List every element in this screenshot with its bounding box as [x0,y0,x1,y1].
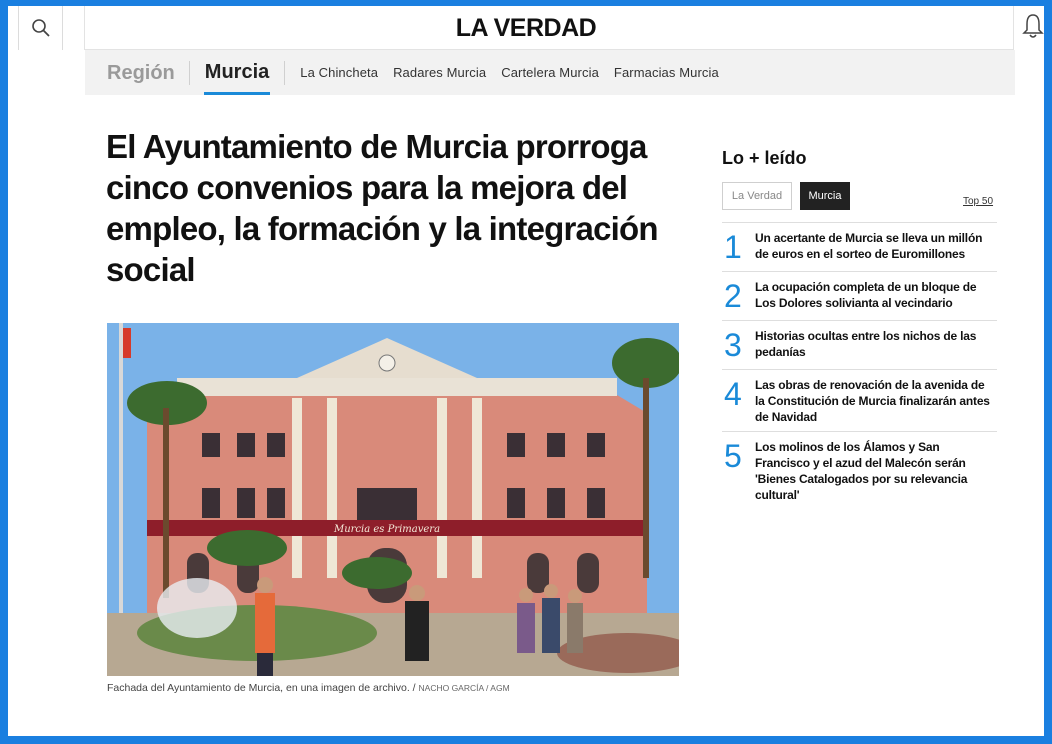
tab-murcia[interactable]: Murcia [800,182,850,210]
article-headline: El Ayuntamiento de Murcia prorroga cinco… [106,128,659,288]
tab-la-verdad[interactable]: La Verdad [722,182,792,210]
rank-headline[interactable]: La ocupación completa de un bloque de Lo… [755,279,997,314]
most-read-tabs: La Verdad Murcia [722,182,850,210]
rank-headline[interactable]: Las obras de renovación de la avenida de… [755,377,997,425]
nav-murcia-active[interactable]: Murcia [203,50,271,95]
rank-number: 3 [724,327,742,363]
nav-link-la-chincheta[interactable]: La Chincheta [300,65,378,80]
photo-caption: Fachada del Ayuntamiento de Murcia, en u… [107,682,510,694]
top-bar: LA VERDAD [8,6,1044,50]
notifications-button[interactable] [1022,12,1044,40]
rank-headline[interactable]: Historias ocultas entre los nichos de la… [755,328,997,363]
list-item[interactable]: 5 Los molinos de los Álamos y San Franci… [722,431,997,509]
most-read-title: Lo + leído [722,148,807,168]
list-item[interactable]: 4 Las obras de renovación de la avenida … [722,369,997,431]
nav-divider [284,60,286,85]
list-item[interactable]: 3 Historias ocultas entre los nichos de … [722,320,997,369]
header-divider [1013,6,1014,50]
section-nav: Región Murcia La Chincheta Radares Murci… [85,50,1015,95]
rank-headline[interactable]: Los molinos de los Álamos y San Francisc… [755,439,997,503]
rank-number: 5 [724,438,742,474]
page: LA VERDAD Región Murcia La Chincheta Rad… [8,6,1044,736]
rank-headline[interactable]: Un acertante de Murcia se lleva un milló… [755,230,997,265]
site-logo[interactable]: LA VERDAD [8,14,1044,43]
nav-link-cartelera-murcia[interactable]: Cartelera Murcia [501,65,599,80]
bell-icon [1022,14,1044,38]
nav-link-farmacias-murcia[interactable]: Farmacias Murcia [614,65,719,80]
nav-region[interactable]: Región [85,60,190,85]
caption-text: Fachada del Ayuntamiento de Murcia, en u… [107,682,416,694]
rank-number: 4 [724,376,742,412]
article-photo[interactable]: Murcia es Primavera [107,323,679,676]
rank-number: 1 [724,229,742,265]
most-read-list: 1 Un acertante de Murcia se lleva un mil… [722,222,997,509]
photo-credit: NACHO GARCÍA / AGM [418,683,510,693]
photo-banner-text: Murcia es Primavera [333,524,440,535]
list-item[interactable]: 1 Un acertante de Murcia se lleva un mil… [722,222,997,271]
rank-number: 2 [724,278,742,314]
nav-link-radares-murcia[interactable]: Radares Murcia [393,65,486,80]
top-50-link[interactable]: Top 50 [963,196,993,207]
list-item[interactable]: 2 La ocupación completa de un bloque de … [722,271,997,320]
